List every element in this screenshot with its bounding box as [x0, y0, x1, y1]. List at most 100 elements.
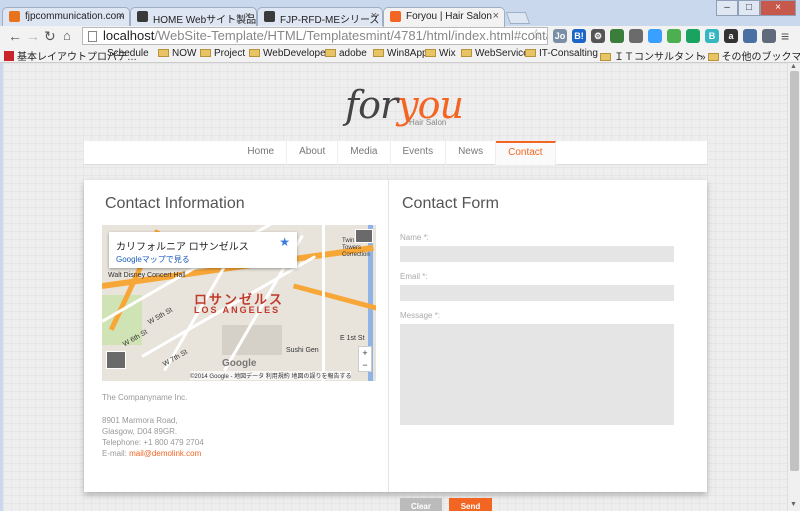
- column-divider: [388, 180, 389, 492]
- name-label: Name *:: [400, 233, 429, 242]
- nav-events[interactable]: Events: [391, 141, 447, 165]
- minimize-icon[interactable]: –: [716, 0, 738, 16]
- browser-tab-1[interactable]: fjpcommunication.com ×: [2, 7, 130, 26]
- tab-close-icon[interactable]: ×: [371, 10, 377, 22]
- bookmark-label: Project: [214, 48, 246, 59]
- extension-icon[interactable]: [667, 29, 681, 43]
- bookmark-item[interactable]: WebService: [461, 48, 529, 59]
- bookmark-label: NOW: [172, 48, 197, 59]
- folder-icon: [425, 49, 436, 57]
- tab-favicon: [390, 11, 401, 22]
- browser-toolbar: ← → ↻ ⌂ localhost/WebSite-Template/HTML/…: [0, 26, 800, 46]
- folder-icon: [373, 49, 384, 57]
- browser-tab-2[interactable]: HOME Webサイト製品カタ ×: [130, 7, 257, 26]
- forward-arrow-icon[interactable]: →: [26, 28, 40, 44]
- folder-icon: [600, 53, 611, 61]
- map-label: Walt Disney Concert Hall: [108, 272, 186, 279]
- browser-tab-3[interactable]: FJP-RFD-MEシリーズ【従来 ×: [257, 7, 383, 26]
- extension-icon[interactable]: B: [705, 29, 719, 43]
- folder-icon: [325, 49, 336, 57]
- folder-icon: [158, 49, 169, 57]
- bookmark-label: Wix: [439, 48, 456, 59]
- map-zoom-control[interactable]: + −: [358, 346, 372, 372]
- bookmark-label: IT-Consalting: [539, 48, 598, 59]
- folder-icon: [707, 53, 719, 61]
- browser-tab-4-active[interactable]: Foryou | Hair Salon ×: [383, 7, 505, 27]
- email-field[interactable]: [400, 285, 674, 301]
- nav-news[interactable]: News: [446, 141, 497, 165]
- nav-home[interactable]: Home: [235, 141, 288, 165]
- bookmark-item[interactable]: Project: [200, 48, 245, 59]
- map-label: W 5th St: [147, 306, 174, 327]
- other-bookmarks[interactable]: » その他のブックマーク: [700, 48, 800, 63]
- close-window-icon[interactable]: ×: [760, 0, 796, 16]
- bookmark-item[interactable]: ＩＴコンサルタント: [600, 48, 704, 63]
- extension-icon[interactable]: [743, 29, 757, 43]
- nav-contact[interactable]: Contact: [496, 141, 556, 165]
- bookmark-item[interactable]: adobe: [325, 48, 367, 59]
- tab-close-icon[interactable]: ×: [493, 10, 499, 22]
- zoom-in-icon[interactable]: +: [359, 347, 371, 359]
- tab-close-icon[interactable]: ×: [118, 10, 124, 22]
- bookmark-label: その他のブックマーク: [721, 52, 800, 63]
- name-field[interactable]: [400, 246, 674, 262]
- map-open-link[interactable]: Googleマップで見る: [116, 254, 190, 265]
- reload-icon[interactable]: ↻: [44, 28, 56, 44]
- send-button[interactable]: Send: [449, 498, 492, 511]
- scrollbar-thumb[interactable]: [790, 71, 799, 471]
- bookmark-item[interactable]: Wix: [425, 48, 456, 59]
- contact-info-title: Contact Information: [105, 195, 245, 212]
- extension-icon[interactable]: [648, 29, 662, 43]
- extension-icon[interactable]: ⚙: [591, 29, 605, 43]
- zoom-out-icon[interactable]: −: [359, 359, 371, 371]
- folder-icon: [525, 49, 536, 57]
- map-info-window: カリフォルニア ロサンゼルス Googleマップで見る ★: [109, 232, 297, 268]
- email-link[interactable]: mail@demolink.com: [129, 449, 201, 458]
- new-tab-button[interactable]: [505, 12, 531, 24]
- bookmark-item[interactable]: WebDeveloper: [249, 48, 329, 59]
- window-controls: – □ ×: [716, 0, 796, 16]
- bookmarks-bar: 基本レイアウトプロパテ… Schedule NOW Project WebDev…: [0, 46, 800, 63]
- email-label: E-mail:: [102, 449, 130, 458]
- nav-about[interactable]: About: [287, 141, 339, 165]
- browser-tabstrip: fjpcommunication.com × HOME Webサイト製品カタ ×…: [0, 0, 800, 27]
- star-icon[interactable]: ★: [279, 235, 290, 249]
- map-thumbnail[interactable]: [355, 229, 373, 243]
- extension-icon[interactable]: [610, 29, 624, 43]
- bookmark-item[interactable]: IT-Consalting: [525, 48, 598, 59]
- bookmark-item[interactable]: Win8App: [373, 48, 428, 59]
- tab-title: fjpcommunication.com: [25, 11, 125, 22]
- folder-icon: [200, 49, 211, 57]
- page-icon: [88, 31, 97, 42]
- nav-media[interactable]: Media: [338, 141, 391, 165]
- bookmark-star-icon[interactable]: ☆: [530, 26, 543, 43]
- back-arrow-icon[interactable]: ←: [8, 28, 22, 44]
- google-map[interactable]: Walt Disney Concert Hall Sushi Gen Twin …: [102, 225, 376, 381]
- logo-main: for: [345, 83, 398, 127]
- extension-icon[interactable]: Jo: [553, 29, 567, 43]
- tab-favicon: [137, 11, 148, 22]
- extension-icon[interactable]: [686, 29, 700, 43]
- scroll-up-icon[interactable]: ▲: [790, 63, 797, 70]
- email-label: Email *:: [400, 272, 428, 281]
- tab-favicon: [9, 11, 20, 22]
- street-view-thumbnail[interactable]: [106, 351, 126, 369]
- address-bar[interactable]: localhost/WebSite-Template/HTML/Template…: [82, 27, 548, 45]
- extension-icon[interactable]: [629, 29, 643, 43]
- home-icon[interactable]: ⌂: [63, 28, 71, 44]
- bookmark-item[interactable]: Schedule: [104, 48, 149, 59]
- menu-icon[interactable]: ≡: [781, 28, 789, 44]
- telephone: Telephone: +1 800 479 2704: [102, 438, 204, 447]
- clear-button[interactable]: Clear: [400, 498, 442, 511]
- extension-icon[interactable]: B!: [572, 29, 586, 43]
- extension-icon[interactable]: [762, 29, 776, 43]
- maximize-icon[interactable]: □: [738, 0, 760, 16]
- page-scrollbar[interactable]: ▲ ▼: [787, 63, 800, 511]
- bookmark-item[interactable]: NOW: [158, 48, 196, 59]
- message-field[interactable]: [400, 324, 674, 425]
- scroll-down-icon[interactable]: ▼: [790, 501, 797, 508]
- map-attribution: ©2014 Google - 地図データ 利用規約 地図の誤りを報告する: [190, 371, 352, 380]
- tab-close-icon[interactable]: ×: [245, 10, 251, 22]
- map-city-en: LOS ANGELES: [194, 305, 281, 315]
- extension-icon[interactable]: a: [724, 29, 738, 43]
